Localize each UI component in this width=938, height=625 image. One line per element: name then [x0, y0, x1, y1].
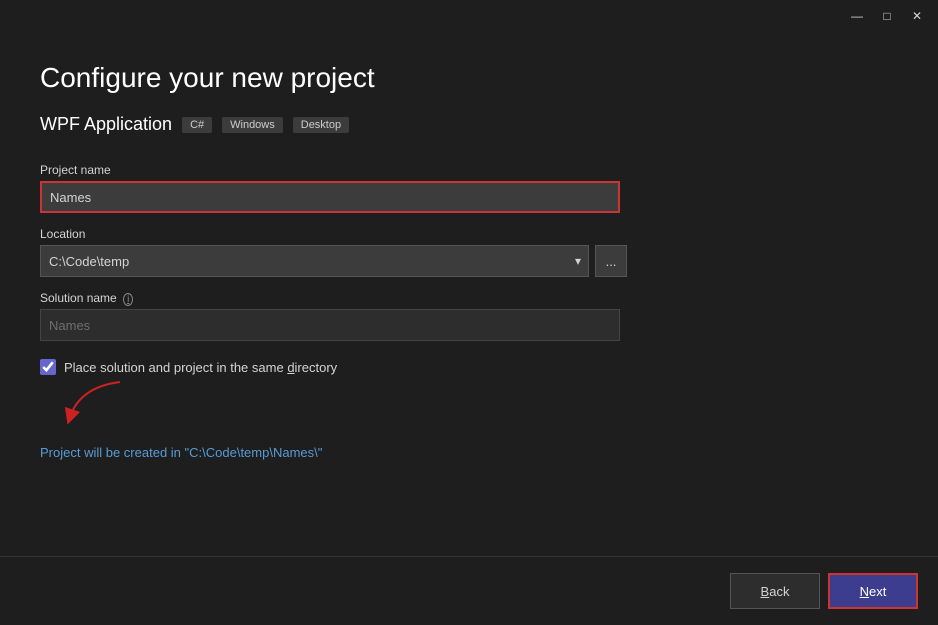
close-button[interactable]: ✕	[904, 7, 930, 25]
browse-button[interactable]: ...	[595, 245, 627, 277]
location-dropdown-wrapper: C:\Code\temp	[40, 245, 589, 277]
tag-csharp: C#	[182, 117, 212, 133]
main-content: Configure your new project WPF Applicati…	[0, 32, 938, 556]
solution-name-input[interactable]	[40, 309, 620, 341]
project-name-group: Project name	[40, 163, 898, 213]
minimize-button[interactable]: —	[844, 7, 870, 25]
red-arrow-svg	[50, 377, 150, 432]
project-type-label: WPF Application	[40, 114, 172, 135]
form-section: Project name Location C:\Code\temp ... S…	[40, 163, 898, 536]
annotation-arrow	[40, 385, 898, 425]
footer: Back Next	[0, 556, 938, 625]
same-directory-checkbox[interactable]	[40, 359, 56, 375]
solution-name-group: Solution name i	[40, 291, 898, 341]
back-button[interactable]: Back	[730, 573, 820, 609]
location-label: Location	[40, 227, 898, 241]
title-bar: — □ ✕	[0, 0, 938, 32]
page-title: Configure your new project	[40, 62, 898, 94]
configure-project-window: — □ ✕ Configure your new project WPF App…	[0, 0, 938, 625]
checkbox-row: Place solution and project in the same d…	[40, 359, 898, 375]
project-name-label: Project name	[40, 163, 898, 177]
maximize-button[interactable]: □	[874, 7, 900, 25]
tag-desktop: Desktop	[293, 117, 349, 133]
project-name-input[interactable]	[40, 181, 620, 213]
same-directory-label[interactable]: Place solution and project in the same d…	[64, 360, 337, 375]
location-row: C:\Code\temp ...	[40, 245, 898, 277]
window-controls: — □ ✕	[844, 7, 930, 25]
next-button[interactable]: Next	[828, 573, 918, 609]
location-group: Location C:\Code\temp ...	[40, 227, 898, 277]
project-type-row: WPF Application C# Windows Desktop	[40, 114, 898, 135]
tag-windows: Windows	[222, 117, 283, 133]
solution-name-label: Solution name i	[40, 291, 898, 305]
location-select[interactable]: C:\Code\temp	[40, 245, 589, 277]
project-path-info: Project will be created in "C:\Code\temp…	[40, 445, 898, 460]
